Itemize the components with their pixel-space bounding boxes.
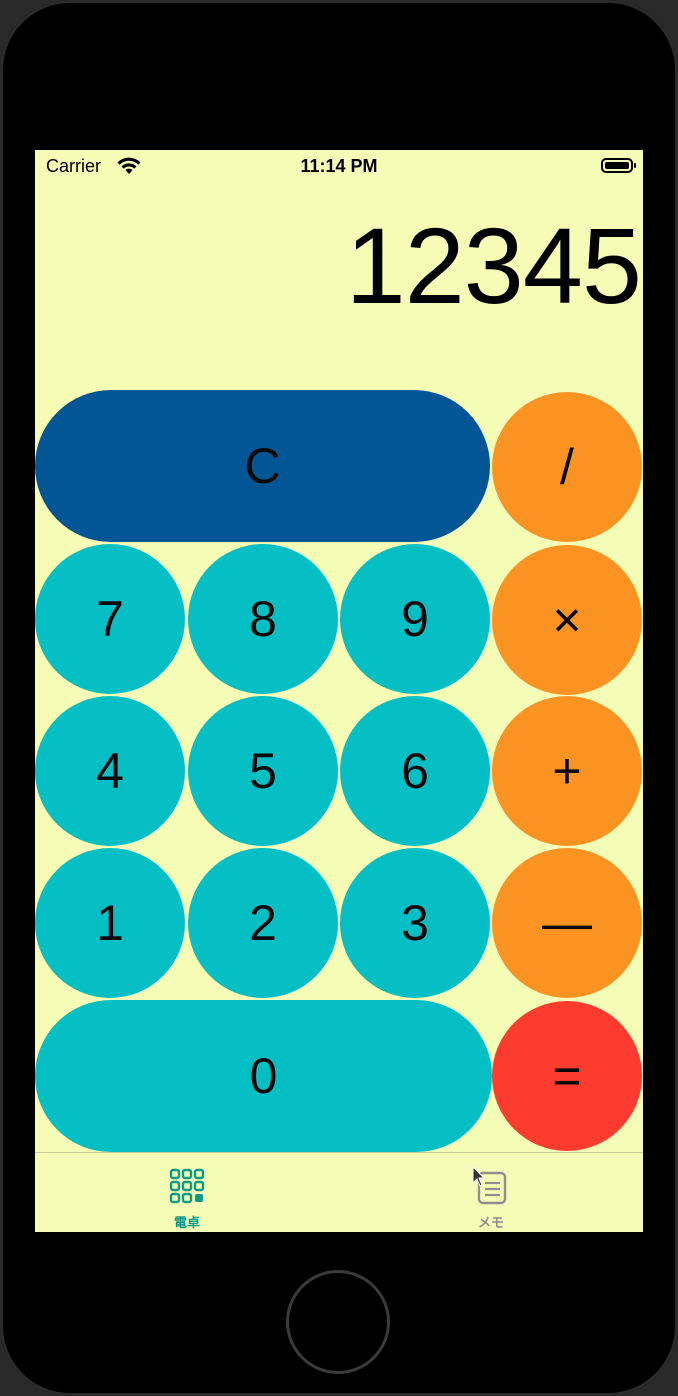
digit-7-button[interactable]: 7 (35, 544, 185, 694)
multiply-button[interactable]: × (492, 545, 642, 695)
digit-3-button[interactable]: 3 (340, 848, 490, 998)
status-time: 11:14 PM (300, 156, 378, 176)
divide-button[interactable]: / (492, 392, 642, 542)
digit-6-button[interactable]: 6 (340, 696, 490, 846)
digit-5-button[interactable]: 5 (188, 696, 338, 846)
home-button[interactable] (286, 1270, 390, 1374)
memo-icon (472, 1167, 507, 1205)
battery-icon (601, 158, 636, 173)
equals-button[interactable]: = (492, 1001, 642, 1151)
digit-2-button[interactable]: 2 (188, 848, 338, 998)
digit-9-button[interactable]: 9 (340, 544, 490, 694)
tab-memo[interactable]: メモ (339, 1153, 643, 1232)
app-screen: Carrier 11:14 PM 12345 C / 7 8 9 × 4 5 6… (35, 150, 643, 1232)
digit-1-button[interactable]: 1 (35, 848, 185, 998)
tab-calculator[interactable]: 電卓 (35, 1153, 339, 1232)
tab-calculator-label: 電卓 (173, 1215, 200, 1230)
tab-bar: 電卓 メモ (35, 1152, 643, 1232)
calculator-display: 12345 (345, 205, 642, 326)
digit-8-button[interactable]: 8 (188, 544, 338, 694)
status-bar: Carrier 11:14 PM (35, 150, 643, 184)
digit-0-button[interactable]: 0 (35, 1000, 492, 1152)
tab-memo-label: メモ (477, 1215, 504, 1230)
clear-button[interactable]: C (35, 390, 490, 542)
digit-4-button[interactable]: 4 (35, 696, 185, 846)
subtract-button[interactable]: — (492, 848, 642, 998)
grid-icon (169, 1168, 205, 1204)
add-button[interactable]: + (492, 696, 642, 846)
device-frame: Carrier 11:14 PM 12345 C / 7 8 9 × 4 5 6… (0, 0, 678, 1396)
